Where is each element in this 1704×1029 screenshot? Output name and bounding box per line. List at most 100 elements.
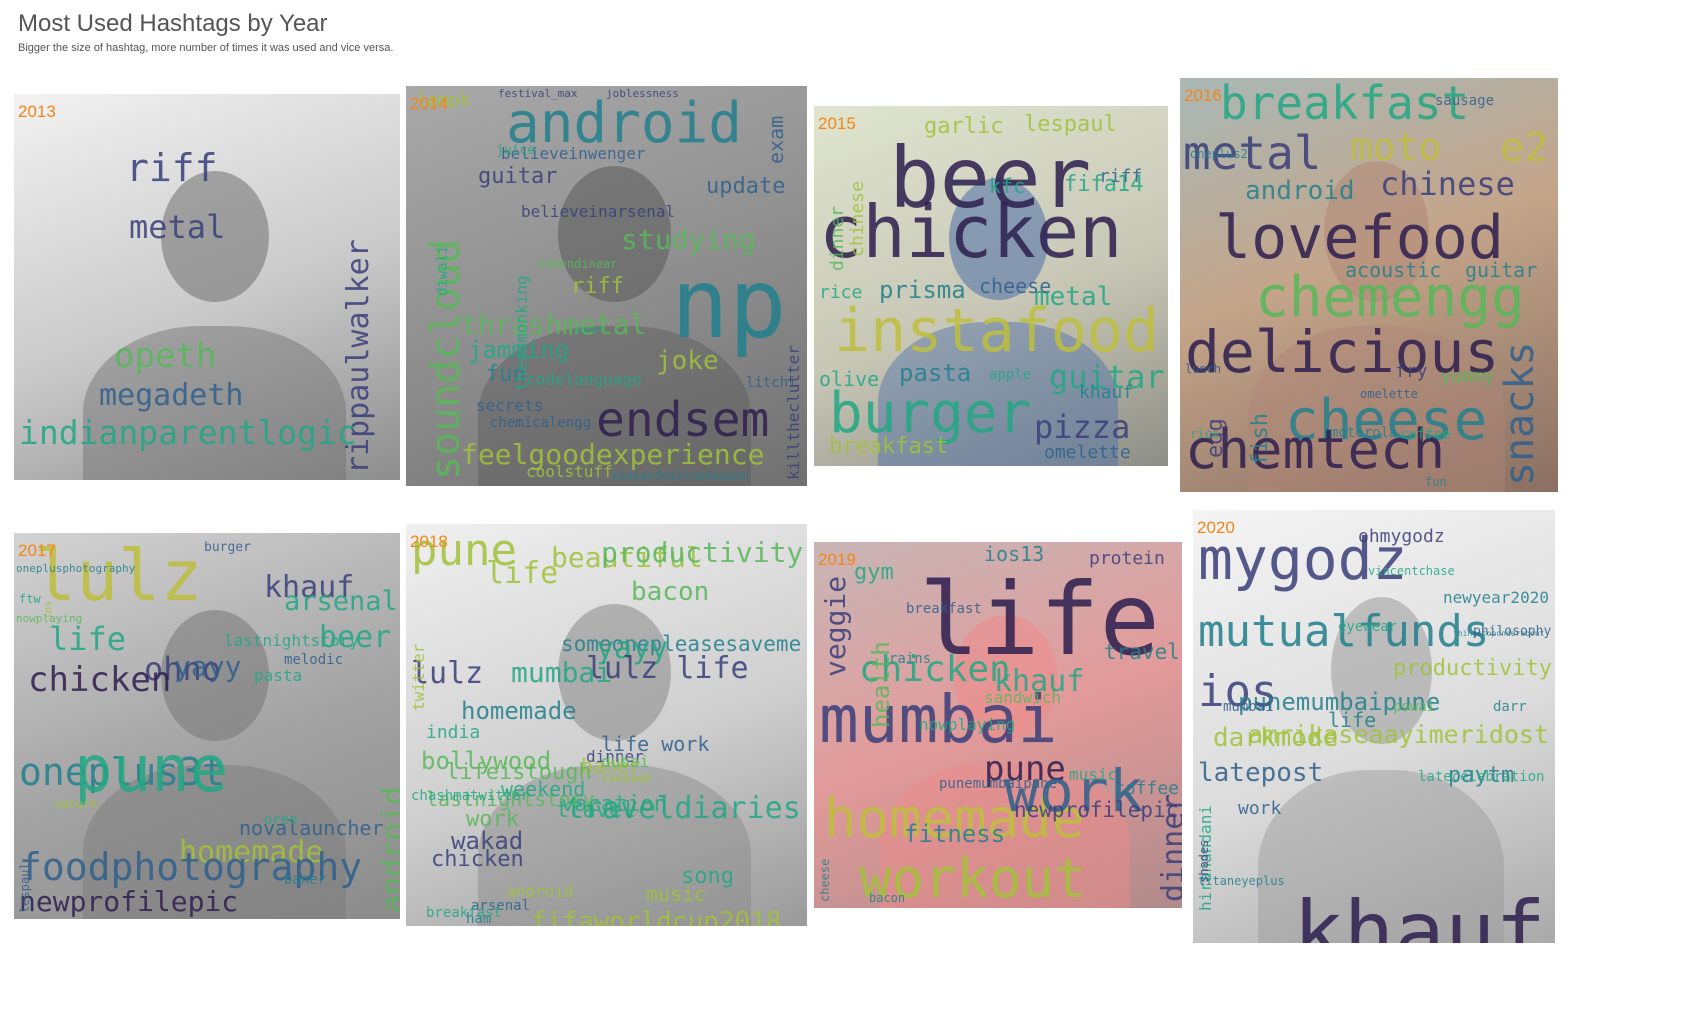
hashtag-word: newprofilepic [1014,798,1179,822]
hashtag-word: np [671,248,787,360]
hashtag-word: music [1069,765,1118,784]
hashtag-word: coffee [1114,778,1180,799]
dashboard-subtitle: Bigger the size of hashtag, more number … [18,42,394,54]
hashtag-word: arsenal [284,586,398,617]
hashtag-word: dubai [601,752,650,771]
hashtag-word: kfc [989,174,1026,198]
hashtag-word: opeth [114,336,217,376]
hashtag-word: semendinear [538,257,618,271]
hashtag-word: lastnightstory [224,631,359,650]
hashtag-word: garlic [924,114,1004,139]
hashtag-word: guitar [1465,258,1538,282]
hashtag-word: lulz [34,535,203,617]
year-label: 2014 [410,94,448,113]
hashtag-word: ohmygodz [1358,526,1445,547]
hashtag-word: newyear2020 [1443,588,1549,607]
hashtag-word: vincentchase [1368,564,1455,578]
hashtag-word: pune [74,733,229,807]
hashtag-word: omelette [1360,387,1418,401]
hashtag-word: dinner [827,205,848,271]
hashtag-word: android [506,882,574,901]
hashtag-word: life [486,556,559,591]
hashtag-word: fry [1395,361,1428,382]
hashtag-word: work [1238,798,1282,819]
hashtag-word: riff [571,274,624,299]
hashtag-word: guitar [478,164,558,189]
wordcloud-panel-2020: 2020 mygodz ohmygodz ios newyear2020 mutualfu… [1193,510,1555,943]
hashtag-word: oreo [264,812,298,828]
hashtag-word: android [1245,176,1355,206]
hashtag-word: mumbai [511,656,613,689]
hashtag-word: gym [854,560,894,585]
year-label: 2018 [410,532,448,551]
hashtag-word: snacks [1497,341,1543,487]
hashtag-word: chemicalengg [490,415,592,431]
hashtag-word: ftw [19,592,41,606]
hashtag-word: breakfast [906,601,982,617]
hashtag-word: yummy [1440,366,1495,387]
year-label: 2016 [1184,86,1222,105]
hashtag-word: update [706,174,786,199]
wordcloud-panel-2015: 2015 beer chicken instafood burger pizza guita… [814,106,1168,466]
hashtag-word: song [681,864,734,889]
hashtag-word: baner [284,872,327,888]
hashtag-word: india [426,722,481,743]
hashtag-word: eyewear [1338,619,1398,635]
hashtag-word: motorola [1330,425,1398,441]
year-label: 2019 [818,550,856,569]
hashtag-word: latepost [1198,758,1324,788]
dashboard-title: Most Used Hashtags by Year [18,10,328,37]
hashtag-word: twitter [409,643,428,712]
hashtag-word: homemade [461,697,577,725]
hashtag-word: bacon [869,891,906,905]
hashtag-word: lespaul [1024,112,1117,137]
hashtag-word: rice [1190,427,1219,441]
hashtag-word: breakfast [829,434,949,459]
wordcloud-panel-2019: 2019 ios13 protein gym life travel veggie chick… [814,542,1182,908]
hashtag-word: indianfestiveseason [611,469,749,483]
hashtag-word: khauf [1079,382,1134,403]
hashtag-word: darr [1493,699,1527,715]
hashtag-word: believeinarsenal [521,202,676,221]
hashtag-word: chicken [431,847,524,872]
hashtag-word: chinese [847,180,868,257]
hashtag-word: sandwich [984,688,1062,707]
hashtag-word: pizza [1034,408,1131,446]
hashtag-word: burger [204,540,251,555]
hashtag-word: coffee [1400,427,1451,443]
hashtag-word: travel [556,798,636,823]
hashtag-word: prisma [879,276,966,304]
hashtag-word: oneplusphotography [16,562,136,575]
hashtag-word: rice [819,282,863,303]
hashtag-word: secrets [476,396,544,415]
wordcloud-panel-2017: 2017 lulz khauf arsenal beer life ohno yayy chic… [14,533,400,919]
hashtag-word: chicken [28,660,172,700]
hashtag-word: surat [574,325,605,336]
hashtag-word: chinese [1380,165,1515,203]
hashtag-word: travel [1104,640,1180,664]
hashtag-word: sausage [601,771,652,785]
wordcloud-panel-2013: 2013 riff metal rippaulwalker opeth megadeth i… [14,94,400,480]
hashtag-word: indianparentlogic [19,413,357,452]
hashtag-word: android [376,786,400,913]
hashtag-word: riff [126,146,218,190]
hashtag-word: latecelebration [1418,769,1545,785]
hashtag-word: sausage [1435,93,1495,109]
hashtag-word: powai [1393,699,1436,715]
hashtag-word: mumbai [1223,699,1274,715]
year-label: 2020 [1197,518,1235,537]
hashtag-word: darkmode [1213,723,1339,753]
hashtag-word: lunch [1185,362,1222,376]
hashtag-word: fun [1425,475,1447,489]
hashtag-word: pasta [899,359,972,387]
hashtag-word: chashmatwitter [411,788,530,804]
hashtag-word: juice [496,143,536,158]
hashtag-word: apple [989,367,1032,383]
hashtag-word: e2 [1500,125,1549,171]
hashtag-word: punemumbaipune [939,776,1058,792]
hashtag-word: litchi [746,375,797,391]
hashtag-word: studying [621,223,756,256]
hashtag-word: moto [1350,125,1442,169]
hashtag-word: cheese [818,858,832,902]
hashtag-word: novalauncher [239,816,384,840]
